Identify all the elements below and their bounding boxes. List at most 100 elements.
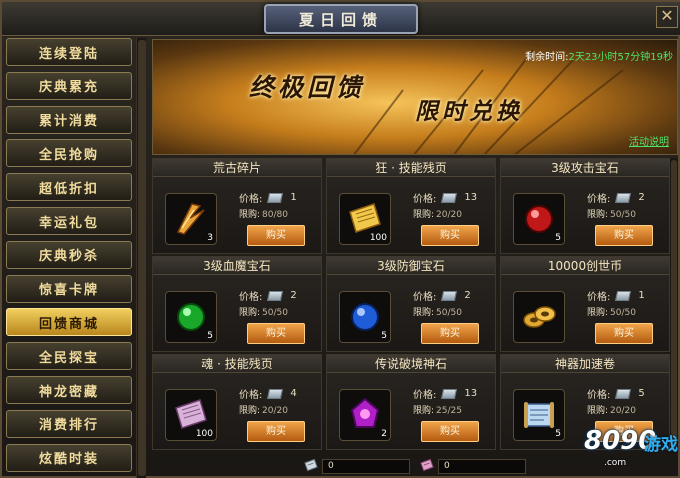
shop-scrollbar-thumb[interactable]	[671, 160, 677, 448]
limit-row: 限购: 50/50	[413, 305, 462, 318]
limit-label: 限购:	[239, 210, 261, 220]
price-row: 价格: 1	[587, 288, 645, 303]
sidebar-item[interactable]: 全民抢购	[6, 139, 132, 168]
price-label: 价格:	[239, 390, 263, 401]
price-value: 2	[290, 290, 297, 301]
buy-button[interactable]: 购买	[247, 421, 305, 442]
sidebar-item[interactable]: 回馈商城	[6, 308, 132, 337]
limit-label: 限购:	[587, 406, 609, 416]
item-slot[interactable]: 5	[165, 291, 217, 343]
buy-button[interactable]: 购买	[421, 225, 479, 246]
sidebar-item[interactable]: 惊喜卡牌	[6, 274, 132, 303]
price-row: 价格: 13	[413, 386, 477, 401]
shop-item-grid: 荒古碎片 3 价格: 1 限购: 80/80 购买狂 · 技能残页 100 价格: 13 限购: 20…	[152, 158, 670, 450]
limit-label: 限购:	[239, 308, 261, 318]
item-quantity: 100	[369, 233, 387, 243]
price-row: 价格: 5	[587, 386, 645, 401]
item-slot[interactable]: 5	[513, 193, 565, 245]
title-plate: 夏日回馈	[264, 4, 418, 34]
event-help-link[interactable]: 活动说明	[629, 133, 669, 148]
item-slot[interactable]: 2	[339, 389, 391, 441]
item-quantity: 2	[381, 429, 387, 439]
countdown-value: 2天23小时57分钟19秒	[568, 52, 673, 63]
price-value: 2	[638, 192, 645, 203]
item-name: 3级血魔宝石	[153, 257, 321, 275]
ticket-currency-icon	[615, 192, 632, 203]
shop-item-card: 3级血魔宝石 5 价格: 2 限购: 50/50 购买	[152, 256, 322, 352]
close-icon: ✕	[660, 6, 674, 25]
shop-item-card: 魂 · 技能残页 100 价格: 4 限购: 20/20 购买	[152, 354, 322, 450]
price-value: 4	[290, 388, 297, 399]
price-row: 价格: 2	[239, 288, 297, 303]
price-label: 价格:	[413, 292, 437, 303]
close-button[interactable]: ✕	[656, 6, 678, 28]
watermark-domain: .com	[604, 458, 627, 468]
sidebar-item[interactable]: 全民探宝	[6, 342, 132, 371]
limit-label: 限购:	[587, 308, 609, 318]
price-label: 价格:	[587, 194, 611, 205]
price-label: 价格:	[239, 292, 263, 303]
price-row: 价格: 1	[239, 190, 297, 205]
price-value: 1	[290, 192, 297, 203]
shop-item-card: 狂 · 技能残页 100 价格: 13 限购: 20/20 购买	[326, 158, 496, 254]
limit-value: 50/50	[262, 308, 288, 318]
item-name: 10000创世币	[501, 257, 669, 275]
price-row: 价格: 2	[413, 288, 471, 303]
item-slot[interactable]: 100	[165, 389, 217, 441]
sidebar-item[interactable]: 超低折扣	[6, 173, 132, 202]
sidebar-item[interactable]: 炫酷时装	[6, 443, 132, 472]
ticket-currency-icon	[267, 290, 284, 301]
limit-label: 限购:	[413, 406, 435, 416]
limit-label: 限购:	[239, 406, 261, 416]
item-name: 神器加速卷	[501, 355, 669, 373]
limit-row: 限购: 20/20	[413, 207, 462, 220]
buy-button[interactable]: 购买	[595, 323, 653, 344]
limit-label: 限购:	[413, 210, 435, 220]
limit-value: 20/20	[436, 210, 462, 220]
item-slot[interactable]: 100	[339, 193, 391, 245]
item-name: 荒古碎片	[153, 159, 321, 177]
price-value: 13	[464, 388, 478, 399]
sidebar-item[interactable]: 庆典秒杀	[6, 240, 132, 269]
premium-ticket-balance: 0	[438, 459, 526, 474]
event-banner: 剩余时间:2天23小时57分钟19秒 终极回馈 限时兑换 活动说明	[152, 39, 678, 155]
buy-button[interactable]: 购买	[421, 323, 479, 344]
ticket-currency-icon	[441, 290, 458, 301]
sidebar-scrollbar-thumb[interactable]	[138, 40, 146, 476]
sidebar-item[interactable]: 连续登陆	[6, 38, 132, 66]
limit-value: 50/50	[436, 308, 462, 318]
item-slot[interactable]: 5	[339, 291, 391, 343]
sidebar-item[interactable]: 累计消费	[6, 105, 132, 134]
item-slot[interactable]: 5	[513, 389, 565, 441]
price-value: 13	[464, 192, 478, 203]
price-value: 2	[464, 290, 471, 301]
buy-button[interactable]: 购买	[595, 225, 653, 246]
sidebar-item-label: 累计消费	[38, 114, 99, 130]
item-quantity: 5	[555, 429, 561, 439]
sidebar-item-label: 炫酷时装	[38, 452, 99, 468]
buy-button[interactable]: 购买	[421, 421, 479, 442]
item-slot[interactable]	[513, 291, 565, 343]
sidebar-item-label: 幸运礼包	[38, 215, 99, 231]
sidebar-item[interactable]: 神龙密藏	[6, 376, 132, 404]
limit-row: 限购: 50/50	[587, 305, 636, 318]
countdown-timer: 剩余时间:2天23小时57分钟19秒	[525, 48, 673, 63]
item-name: 3级防御宝石	[327, 257, 495, 275]
sidebar-item[interactable]: 消费排行	[6, 409, 132, 438]
limit-value: 20/20	[610, 406, 636, 416]
sidebar-item[interactable]: 庆典累充	[6, 71, 132, 100]
buy-button[interactable]: 购买	[247, 225, 305, 246]
item-slot[interactable]: 3	[165, 193, 217, 245]
limit-label: 限购:	[587, 210, 609, 220]
price-label: 价格:	[587, 292, 611, 303]
buy-button[interactable]: 购买	[247, 323, 305, 344]
shop-scrollbar[interactable]	[670, 158, 678, 450]
ticket-currency-icon	[441, 388, 458, 399]
limit-label: 限购:	[413, 308, 435, 318]
shop-item-card: 传说破境神石 2 价格: 13 限购: 25/25 购买	[326, 354, 496, 450]
sidebar-item-label: 庆典秒杀	[38, 249, 99, 265]
sidebar-item-label: 全民抢购	[38, 147, 99, 163]
ticket-currency-icon	[267, 388, 284, 399]
sidebar-item[interactable]: 幸运礼包	[6, 207, 132, 235]
sidebar-scrollbar[interactable]	[136, 38, 146, 478]
